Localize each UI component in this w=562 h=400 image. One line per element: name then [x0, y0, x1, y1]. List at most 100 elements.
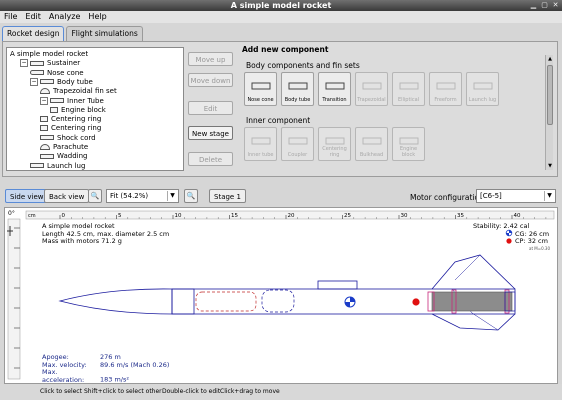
tree-item-label: Body tube — [57, 77, 93, 86]
tree-item[interactable]: Centering ring — [40, 115, 101, 124]
tab-rocket-design[interactable]: Rocket design — [2, 26, 65, 41]
chevron-down-icon: ▼ — [167, 191, 177, 201]
tree-item[interactable]: Parachute — [40, 143, 88, 152]
add-component-title: Add new component — [242, 45, 329, 54]
move-down-button[interactable]: Move down — [188, 73, 233, 87]
stability-info: Stability: 2.42 cal CG: 26 cm CP: 32 cm … — [473, 222, 550, 250]
component-tree[interactable]: A simple model rocket − Sustainer Nose cone… — [6, 47, 184, 171]
cp-value: CP: 32 cm — [515, 237, 548, 245]
tree-item[interactable]: Nose cone — [30, 69, 84, 78]
tree-item[interactable]: − Sustainer — [20, 59, 80, 68]
tree-item[interactable]: − Inner Tube — [40, 96, 104, 106]
zoom-select[interactable]: Fit (54.2%) ▼ — [106, 189, 179, 203]
parachute-icon — [40, 144, 50, 150]
menu-edit[interactable]: Edit — [25, 11, 41, 23]
nose-cone-icon — [250, 79, 272, 93]
menu-help[interactable]: Help — [88, 11, 106, 23]
minimize-icon[interactable]: ▁ — [529, 1, 538, 10]
tree-item[interactable]: Shock cord — [40, 134, 96, 143]
tree-item[interactable]: Wadding — [40, 152, 87, 161]
menu-analyze[interactable]: Analyze — [49, 11, 81, 23]
zoom-out-icon[interactable]: 🔍 — [88, 189, 102, 203]
add-trapezoidal-fin-button[interactable]: Trapezoidal — [355, 72, 388, 106]
tile-label: Coupler — [287, 152, 308, 158]
add-bulkhead-button[interactable]: Bulkhead — [355, 127, 388, 161]
tile-label: Elliptical — [397, 97, 420, 103]
tree-item[interactable]: − Body tube — [30, 77, 93, 87]
status-select: Click to select — [40, 388, 82, 395]
title-bar: A simple model rocket ▁ ▢ ✕ — [0, 0, 562, 11]
tile-label: Engine block — [399, 146, 418, 158]
add-elliptical-fin-button[interactable]: Elliptical — [392, 72, 425, 106]
add-transition-button[interactable]: Transition — [318, 72, 351, 106]
move-up-button[interactable]: Move up — [188, 52, 233, 66]
component-scrollbar[interactable]: ▲ ▼ — [545, 55, 553, 170]
collapse-icon[interactable]: − — [20, 59, 28, 68]
launch-lug-icon — [472, 79, 494, 93]
edit-button[interactable]: Edit — [188, 101, 233, 115]
tile-label: Transition — [322, 97, 347, 103]
tree-item[interactable]: A simple model rocket — [10, 50, 88, 59]
add-coupler-button[interactable]: Coupler — [281, 127, 314, 161]
side-view-button[interactable]: Side view — [5, 189, 49, 203]
centering-ring-icon — [40, 116, 48, 123]
add-body-tube-button[interactable]: Body tube — [281, 72, 314, 106]
close-icon[interactable]: ✕ — [551, 1, 560, 10]
add-centering-ring-button[interactable]: Centering ring — [318, 127, 351, 161]
stage-icon — [30, 60, 44, 66]
collapse-icon[interactable]: − — [40, 96, 48, 105]
design-info: A simple model rocket Length 42.5 cm, ma… — [42, 222, 169, 246]
add-freeform-fin-button[interactable]: Freeform — [429, 72, 462, 106]
add-inner-tube-button[interactable]: Inner tube — [244, 127, 277, 161]
zoom-in-icon[interactable]: 🔍 — [184, 189, 198, 203]
inner-tube-icon — [50, 98, 64, 103]
motor-config-select[interactable]: [C6-5] ▼ — [476, 189, 556, 203]
wadding-icon — [40, 153, 54, 159]
tree-item-label: Inner Tube — [67, 96, 104, 105]
new-stage-button[interactable]: New stage — [188, 126, 233, 140]
coupler-icon — [287, 134, 309, 148]
main-tabs: Rocket design Flight simulations — [2, 26, 143, 41]
tile-label: Centering ring — [322, 146, 347, 158]
max-velocity-value: 89.6 m/s (Mach 0.26) — [100, 360, 170, 369]
tab-flight-simulations[interactable]: Flight simulations — [66, 26, 143, 41]
collapse-icon[interactable]: − — [30, 77, 38, 86]
scroll-thumb[interactable] — [547, 65, 553, 125]
maximize-icon[interactable]: ▢ — [540, 1, 549, 10]
back-view-button[interactable]: Back view — [44, 189, 90, 203]
menu-file[interactable]: File — [4, 11, 17, 23]
tree-item-label: A simple model rocket — [10, 50, 89, 58]
centering-ring-icon — [40, 125, 48, 132]
tile-label: Nose cone — [247, 97, 274, 103]
motor-config-value: [C6-5] — [480, 192, 502, 200]
tree-item[interactable]: Engine block — [50, 106, 106, 115]
tree-item[interactable]: Centering ring — [40, 124, 101, 133]
tree-item-label: Nose cone — [47, 68, 84, 77]
design-mass: Mass with motors 71.2 g — [42, 237, 122, 245]
app-window: A simple model rocket ▁ ▢ ✕ File Edit An… — [0, 0, 562, 400]
stage-1-button[interactable]: Stage 1 — [209, 189, 246, 203]
tree-item[interactable]: Trapezoidal fin set — [40, 87, 117, 96]
tree-item-label: Launch lug — [47, 161, 86, 170]
scroll-down-icon[interactable]: ▼ — [546, 162, 554, 170]
add-nose-cone-button[interactable]: Nose cone — [244, 72, 277, 106]
tree-item[interactable]: Launch lug — [30, 161, 86, 170]
inner-component-heading: Inner component — [246, 116, 311, 125]
tree-item-label: Trapezoidal fin set — [53, 87, 117, 96]
fin-set-icon — [40, 88, 50, 95]
body-tube-icon — [287, 79, 309, 93]
delete-button[interactable]: Delete — [188, 152, 233, 166]
scroll-up-icon[interactable]: ▲ — [546, 55, 554, 63]
tile-label: Trapezoidal — [357, 97, 386, 103]
add-engine-block-button[interactable]: Engine block — [392, 127, 425, 161]
body-tube-icon — [40, 79, 54, 85]
body-components-heading: Body components and fin sets — [246, 61, 360, 70]
window-title: A simple model rocket — [230, 1, 332, 10]
tree-item-label: Centering ring — [51, 124, 102, 133]
tile-label: Launch lug — [468, 97, 497, 103]
add-launch-lug-button[interactable]: Launch lug — [466, 72, 499, 106]
status-shift: Shift+click to select other — [84, 388, 162, 395]
freeform-fin-icon — [435, 79, 457, 93]
angle-label: 0° — [8, 210, 15, 217]
tile-label: Bulkhead — [359, 152, 384, 158]
